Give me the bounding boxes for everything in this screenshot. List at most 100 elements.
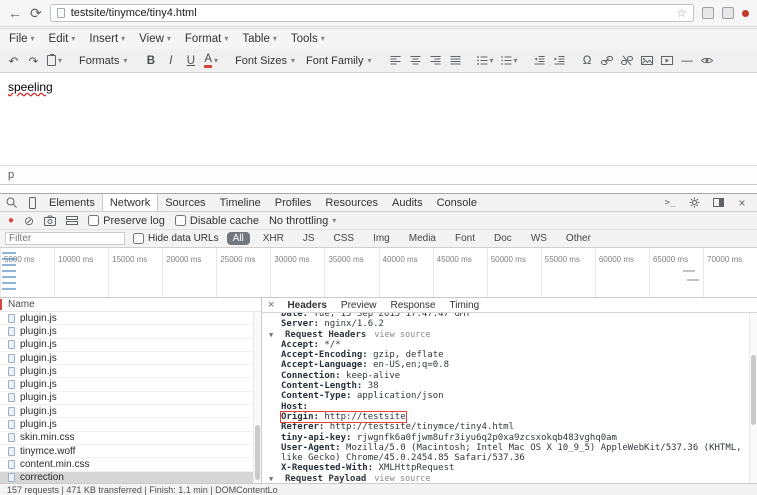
settings-button[interactable] — [684, 197, 704, 208]
hide-data-urls-checkbox[interactable]: Hide data URLs — [133, 233, 219, 244]
menu-item[interactable]: File ▾ — [2, 31, 42, 47]
text-color-button[interactable]: A▾ — [201, 51, 221, 71]
dock-side-button[interactable] — [708, 198, 728, 207]
request-row[interactable]: skin.min.css — [0, 432, 253, 445]
align-left-button[interactable] — [386, 51, 405, 71]
address-bar[interactable]: testsite/tinymce/tiny4.html ☆ — [50, 4, 694, 22]
detail-tab[interactable]: Timing — [443, 300, 487, 311]
devtools-tab[interactable]: Console — [430, 194, 484, 211]
filter-type-pill[interactable]: CSS — [328, 232, 361, 245]
request-row[interactable]: correction — [0, 472, 253, 483]
headers-scrollbar[interactable] — [749, 313, 757, 483]
align-justify-button[interactable] — [446, 51, 465, 71]
back-button[interactable]: ← — [8, 6, 22, 20]
name-column-header[interactable]: Name — [0, 298, 261, 312]
expand-triangle-icon[interactable]: ▼ — [269, 330, 277, 340]
filter-type-pill[interactable]: Doc — [488, 232, 518, 245]
formats-select[interactable]: Formats▾ — [74, 51, 132, 71]
align-center-button[interactable] — [406, 51, 425, 71]
request-row[interactable]: plugin.js — [0, 405, 253, 418]
request-row[interactable]: plugin.js — [0, 312, 253, 325]
bold-button[interactable]: B — [141, 51, 160, 71]
record-extension-icon[interactable] — [742, 10, 749, 17]
filter-type-pill[interactable]: All — [227, 232, 250, 245]
filter-type-pill[interactable]: Img — [367, 232, 396, 245]
indent-button[interactable] — [550, 51, 569, 71]
detail-close-button[interactable]: × — [262, 299, 280, 311]
redo-button[interactable]: ↷ — [24, 51, 43, 71]
align-right-button[interactable] — [426, 51, 445, 71]
detail-tab[interactable]: Preview — [334, 300, 384, 311]
request-row[interactable]: plugin.js — [0, 418, 253, 431]
disable-cache-checkbox[interactable]: Disable cache — [175, 215, 259, 227]
devtools-tab[interactable]: Resources — [318, 194, 385, 211]
font-family-select[interactable]: Font Family▾ — [301, 51, 376, 71]
numbered-list-button[interactable]: ▾ — [498, 51, 521, 71]
menu-item[interactable]: View ▾ — [132, 31, 178, 47]
outdent-button[interactable] — [530, 51, 549, 71]
menu-item[interactable]: Insert ▾ — [82, 31, 132, 47]
devtools-tab[interactable]: Profiles — [268, 194, 319, 211]
extension-icon-1[interactable] — [702, 7, 714, 19]
view-source-link[interactable]: view source — [374, 330, 430, 340]
menu-item[interactable]: Tools ▾ — [284, 31, 332, 47]
menu-item[interactable]: Table ▾ — [235, 31, 284, 47]
filter-type-pill[interactable]: Font — [449, 232, 481, 245]
bookmark-star-icon[interactable]: ☆ — [676, 6, 687, 20]
link-button[interactable] — [598, 51, 617, 71]
devtools-tab[interactable]: Elements — [42, 194, 102, 211]
hide-data-urls-input[interactable] — [133, 233, 144, 244]
request-row[interactable]: plugin.js — [0, 378, 253, 391]
device-mode-button[interactable] — [22, 194, 42, 211]
image-button[interactable] — [638, 51, 657, 71]
request-row[interactable]: tinymce.woff — [0, 445, 253, 458]
horizontal-rule-button[interactable]: — — [678, 51, 697, 71]
request-row[interactable]: plugin.js — [0, 392, 253, 405]
filter-type-pill[interactable]: Other — [560, 232, 597, 245]
paste-button[interactable]: ▾ — [44, 51, 65, 71]
filter-input[interactable] — [5, 232, 125, 245]
devtools-tab[interactable]: Timeline — [213, 194, 268, 211]
record-button[interactable]: ● — [8, 216, 14, 226]
url-text[interactable]: testsite/tinymce/tiny4.html — [71, 7, 671, 19]
throttling-select[interactable]: No throttling▾ — [269, 215, 336, 227]
request-row[interactable]: plugin.js — [0, 339, 253, 352]
large-rows-toggle[interactable] — [66, 215, 78, 226]
request-row[interactable]: plugin.js — [0, 365, 253, 378]
editor-content-area[interactable]: speeling — [0, 73, 757, 165]
menu-item[interactable]: Format ▾ — [178, 31, 235, 47]
italic-button[interactable]: I — [161, 51, 180, 71]
view-source-link[interactable]: view source — [374, 474, 430, 483]
filter-type-pill[interactable]: XHR — [257, 232, 290, 245]
request-row[interactable]: content.min.css — [0, 458, 253, 471]
scrollbar-thumb[interactable] — [751, 355, 756, 425]
requests-scrollbar[interactable] — [253, 312, 261, 483]
detail-tab[interactable]: Response — [383, 300, 442, 311]
network-overview[interactable]: 5000 ms10000 ms15000 ms20000 ms25000 ms3… — [0, 248, 757, 298]
undo-button[interactable]: ↶ — [4, 51, 23, 71]
devtools-tab[interactable]: Network — [102, 194, 158, 211]
inspect-element-button[interactable] — [2, 194, 22, 211]
request-row[interactable]: plugin.js — [0, 325, 253, 338]
filter-type-pill[interactable]: JS — [297, 232, 321, 245]
expand-triangle-icon[interactable]: ▼ — [269, 474, 277, 483]
disable-cache-input[interactable] — [175, 215, 186, 226]
devtools-close-button[interactable]: × — [732, 196, 752, 210]
unlink-button[interactable] — [618, 51, 637, 71]
preview-button[interactable] — [698, 51, 717, 71]
console-drawer-button[interactable]: >_ — [660, 198, 680, 208]
scrollbar-thumb[interactable] — [255, 425, 260, 480]
devtools-tab[interactable]: Audits — [385, 194, 430, 211]
misspelled-word[interactable]: speeling — [8, 80, 53, 94]
preserve-log-checkbox[interactable]: Preserve log — [88, 215, 165, 227]
element-path[interactable]: p — [8, 169, 14, 181]
detail-tab[interactable]: Headers — [280, 300, 333, 311]
clear-button[interactable]: ⊘ — [24, 215, 34, 227]
extension-icon-2[interactable] — [722, 7, 734, 19]
preserve-log-input[interactable] — [88, 215, 99, 226]
filter-type-pill[interactable]: WS — [525, 232, 553, 245]
bullet-list-button[interactable]: ▾ — [474, 51, 497, 71]
charmap-button[interactable]: Ω — [578, 51, 597, 71]
request-row[interactable]: plugin.js — [0, 352, 253, 365]
media-button[interactable] — [658, 51, 677, 71]
